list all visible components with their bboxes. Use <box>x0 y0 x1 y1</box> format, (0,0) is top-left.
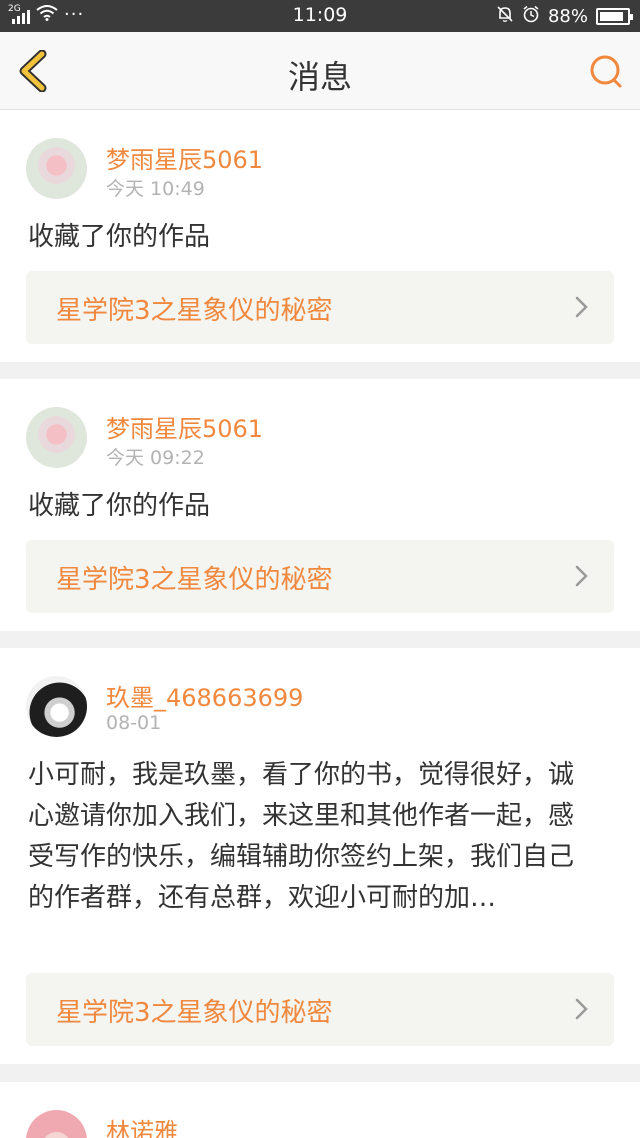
message-text: 收藏了你的作品 <box>28 491 211 521</box>
message-card: 玖墨_468663699 08-01 小可耐，我是玖墨，看了你的书，觉得很好，诚… <box>0 648 640 1064</box>
message-text: 收藏了你的作品 <box>28 222 211 252</box>
chevron-right-icon <box>575 998 588 1020</box>
message-text: 小可耐，我是玖墨，看了你的书，觉得很好，诚心邀请你加入我们，来这里和其他作者一起… <box>28 760 575 913</box>
battery-icon <box>596 8 633 25</box>
battery-percent: 88% <box>547 6 588 27</box>
book-title: 星学院3之星象仪的秘密 <box>56 296 333 326</box>
book-link[interactable]: 星学院3之星象仪的秘密 <box>26 973 614 1046</box>
message-card: 林诺雅 <box>0 1082 640 1138</box>
book-link[interactable]: 星学院3之星象仪的秘密 <box>26 540 614 613</box>
chevron-right-icon <box>575 565 588 587</box>
username[interactable]: 林诺雅 <box>106 1112 178 1138</box>
timestamp: 08-01 <box>106 712 162 734</box>
chevron-right-icon <box>575 296 588 318</box>
timestamp: 今天 10:49 <box>106 178 205 200</box>
status-right: 88% <box>496 5 633 28</box>
search-icon <box>590 55 622 88</box>
book-title: 星学院3之星象仪的秘密 <box>56 565 333 595</box>
page-title: 消息 <box>287 58 352 96</box>
timestamp: 今天 09:22 <box>106 447 205 469</box>
message-card: 梦雨星辰5061 今天 09:22 收藏了你的作品 星学院3之星象仪的秘密 <box>0 379 640 631</box>
alarm-icon <box>522 5 540 28</box>
book-title: 星学院3之星象仪的秘密 <box>56 998 333 1028</box>
status-bar: 2G ··· 11:09 88% <box>0 0 640 32</box>
mute-icon <box>496 5 514 28</box>
avatar[interactable] <box>26 676 87 737</box>
username[interactable]: 梦雨星辰5061 <box>106 409 263 444</box>
avatar[interactable] <box>26 407 87 468</box>
nav-bar: 消息 <box>0 32 640 110</box>
message-card: 梦雨星辰5061 今天 10:49 收藏了你的作品 星学院3之星象仪的秘密 <box>0 110 640 362</box>
search-button[interactable] <box>586 52 626 92</box>
avatar[interactable] <box>26 1110 87 1138</box>
username[interactable]: 梦雨星辰5061 <box>106 140 263 175</box>
book-link[interactable]: 星学院3之星象仪的秘密 <box>26 271 614 344</box>
avatar[interactable] <box>26 138 87 199</box>
username[interactable]: 玖墨_468663699 <box>106 678 303 713</box>
